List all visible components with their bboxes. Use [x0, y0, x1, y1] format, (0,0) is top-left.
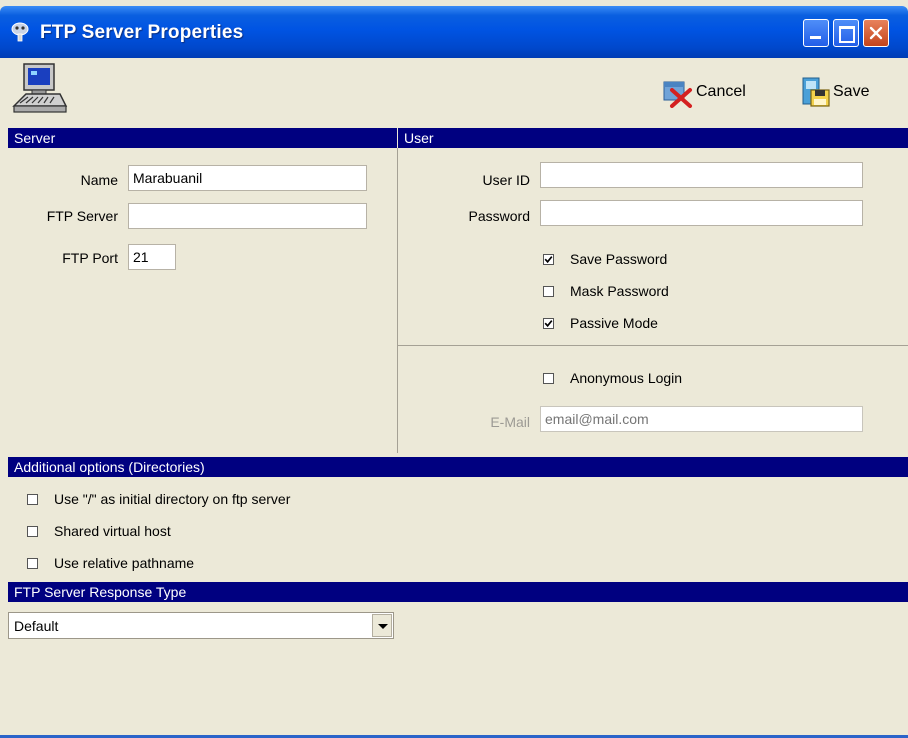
save-icon [802, 77, 830, 107]
anonymous-login-checkbox[interactable]: Anonymous Login [543, 370, 682, 386]
email-label: E-Mail [490, 414, 530, 430]
app-icon [11, 22, 29, 42]
save-password-checkbox[interactable]: Save Password [543, 251, 667, 267]
mask-password-checkbox[interactable]: Mask Password [543, 283, 669, 299]
relative-pathname-check[interactable] [27, 557, 38, 569]
shared-virtual-host-check[interactable] [27, 525, 38, 537]
close-button[interactable] [863, 19, 889, 47]
maximize-icon [839, 26, 855, 43]
anonymous-login-label: Anonymous Login [570, 370, 683, 386]
email-field[interactable] [540, 406, 863, 432]
additional-options-header: Additional options (Directories) [8, 457, 908, 477]
password-label: Password [468, 208, 530, 224]
ftp-port-label: FTP Port [62, 250, 118, 266]
passive-mode-check[interactable] [543, 317, 554, 329]
user-id-label: User ID [482, 172, 530, 188]
shared-virtual-host-label: Shared virtual host [54, 523, 171, 539]
use-root-directory-check[interactable] [27, 493, 38, 505]
minimize-icon [810, 36, 821, 39]
close-icon [869, 26, 883, 40]
ftp-server-label: FTP Server [46, 208, 118, 224]
relative-pathname-checkbox[interactable]: Use relative pathname [27, 555, 194, 571]
name-label: Name [80, 172, 118, 188]
server-section-header: Server [8, 128, 397, 148]
ftp-port-field[interactable] [128, 244, 176, 270]
toolbar [0, 58, 908, 128]
anonymous-login-check[interactable] [543, 372, 554, 384]
save-button[interactable]: Save [799, 75, 869, 109]
response-type-value: Default [14, 618, 59, 634]
cancel-icon [663, 81, 692, 108]
computer-icon [12, 63, 68, 113]
save-password-check[interactable] [543, 253, 554, 265]
cancel-button[interactable]: Cancel [662, 75, 746, 109]
minimize-button[interactable] [803, 19, 829, 47]
response-type-dropdown[interactable]: Default [8, 612, 394, 639]
cancel-label: Cancel [696, 83, 746, 100]
shared-virtual-host-checkbox[interactable]: Shared virtual host [27, 523, 171, 539]
window-title: FTP Server Properties [40, 22, 244, 43]
mask-password-check[interactable] [543, 285, 554, 297]
use-root-directory-checkbox[interactable]: Use "/" as initial directory on ftp serv… [27, 491, 290, 507]
password-field[interactable] [540, 200, 863, 226]
section-divider [397, 148, 398, 453]
title-bar[interactable]: FTP Server Properties [0, 6, 908, 58]
relative-pathname-label: Use relative pathname [54, 555, 195, 571]
response-type-header: FTP Server Response Type [8, 582, 908, 602]
chevron-down-icon[interactable] [372, 614, 392, 637]
passive-mode-label: Passive Mode [570, 315, 658, 331]
ftp-server-field[interactable] [128, 203, 367, 229]
name-field[interactable] [128, 165, 367, 191]
use-root-directory-label: Use "/" as initial directory on ftp serv… [54, 491, 291, 507]
user-id-field[interactable] [540, 162, 863, 188]
user-section-header: User [398, 128, 908, 148]
user-divider [398, 345, 908, 346]
ftp-server-properties-window: FTP Server Properties Cancel Save Server… [0, 0, 908, 738]
maximize-button[interactable] [833, 19, 859, 47]
save-label: Save [833, 83, 870, 100]
mask-password-label: Mask Password [570, 283, 669, 299]
save-password-label: Save Password [570, 251, 668, 267]
passive-mode-checkbox[interactable]: Passive Mode [543, 315, 658, 331]
